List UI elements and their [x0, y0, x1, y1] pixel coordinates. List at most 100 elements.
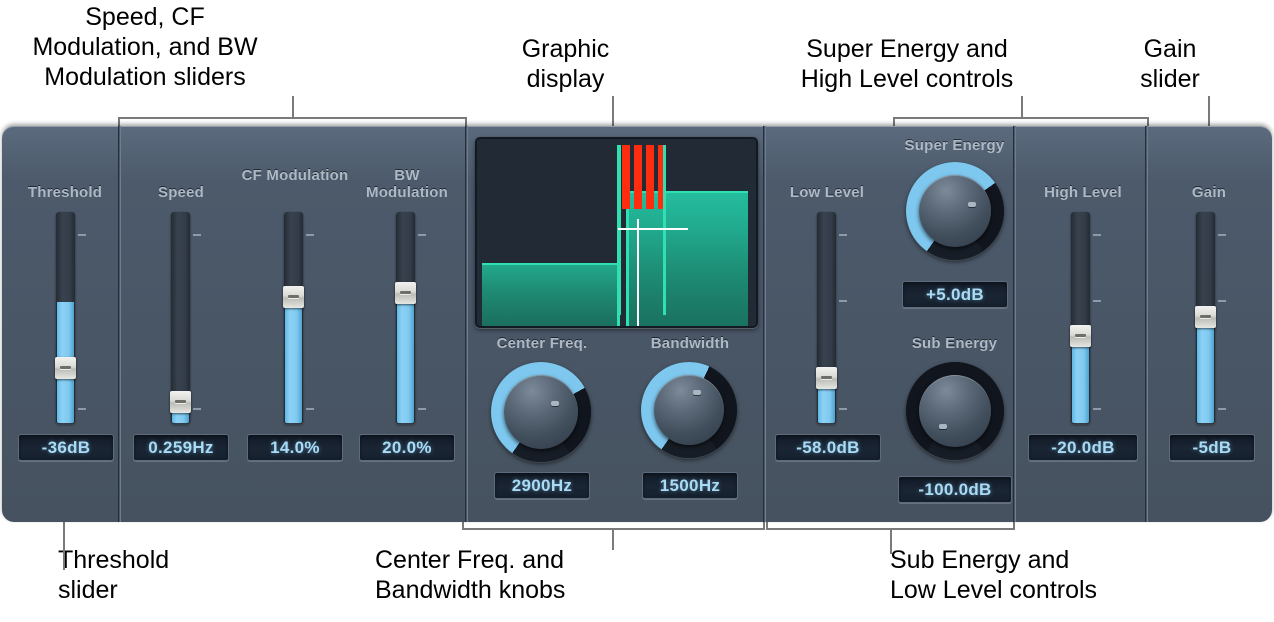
annotation-mod-sliders: Speed, CF Modulation, and BW Modulation … — [32, 3, 258, 91]
cf-modulation-slider-thumb[interactable] — [283, 286, 304, 308]
high-level-tick-mid — [1093, 300, 1101, 302]
bw-modulation-slider[interactable] — [395, 212, 426, 424]
low-level-slider-thumb[interactable] — [816, 367, 837, 389]
gain-value[interactable]: -5dB — [1169, 434, 1255, 461]
annotation-sub-low: Sub Energy and Low Level controls — [890, 546, 1098, 604]
low-level-slider-track[interactable] — [817, 212, 836, 424]
gain-tick-top — [1218, 234, 1226, 236]
bandwidth-knob[interactable] — [641, 362, 737, 458]
bw-modulation-slider-track[interactable] — [396, 212, 415, 424]
speed-tick-top — [193, 234, 201, 236]
leader-graphic-display — [612, 96, 614, 126]
low-level-tick-bottom — [839, 408, 847, 410]
panel-separator-2 — [465, 126, 468, 522]
super-energy-label: Super Energy — [904, 137, 1005, 154]
center-freq-knob[interactable] — [491, 362, 591, 462]
gd-high-band-fill — [628, 192, 748, 326]
bw-modulation-value[interactable]: 20.0% — [359, 434, 455, 461]
gain-label: Gain — [1191, 184, 1227, 201]
annotation-graphic-display: Graphic display — [521, 35, 610, 93]
bw-modulation-tick-bottom — [418, 408, 426, 410]
low-level-tick-top — [839, 234, 847, 236]
sub-energy-knob-cap[interactable] — [919, 375, 991, 447]
gain-tick-mid — [1218, 300, 1226, 302]
high-level-slider-fill — [1072, 342, 1089, 423]
gain-slider-thumb[interactable] — [1195, 306, 1216, 328]
cf-modulation-tick-bottom — [306, 408, 314, 410]
threshold-tick-bottom — [78, 408, 86, 410]
threshold-slider[interactable] — [55, 212, 86, 424]
super-energy-knob-indicator — [968, 202, 976, 207]
cf-modulation-slider[interactable] — [283, 212, 314, 424]
threshold-value[interactable]: -36dB — [18, 434, 114, 461]
annotation-threshold: Threshold slider — [58, 546, 170, 604]
low-level-label: Low Level — [789, 184, 865, 201]
leader-super-high-stem — [1021, 96, 1023, 118]
center-freq-label: Center Freq. — [496, 335, 588, 352]
leader-knobs-bracket — [462, 528, 765, 530]
leader-threshold — [63, 522, 65, 570]
gd-peak-bar — [646, 145, 654, 209]
bandwidth-value[interactable]: 1500Hz — [642, 472, 738, 499]
high-level-label: High Level — [1044, 184, 1122, 201]
center-freq-knob-cap[interactable] — [504, 375, 578, 449]
sub-energy-knob[interactable] — [906, 362, 1004, 460]
gd-low-band-outline — [482, 263, 619, 265]
threshold-label: Threshold — [27, 184, 103, 201]
annotation-gain: Gain slider — [1140, 35, 1200, 93]
annotation-super-high: Super Energy and High Level controls — [800, 35, 1014, 93]
bw-modulation-slider-fill — [397, 287, 414, 423]
cf-modulation-slider-fill — [285, 291, 302, 423]
leader-gain — [1208, 96, 1210, 126]
cf-modulation-value[interactable]: 14.0% — [247, 434, 343, 461]
speed-value[interactable]: 0.259Hz — [133, 434, 229, 461]
leader-mod-sliders-bracket — [118, 117, 467, 119]
sub-energy-value[interactable]: -100.0dB — [898, 476, 1012, 503]
speed-slider[interactable] — [170, 212, 201, 424]
super-energy-knob[interactable] — [906, 162, 1004, 260]
cf-modulation-slider-track[interactable] — [284, 212, 303, 424]
leader-sub-low-bracket — [766, 528, 1015, 530]
gd-peak-guide-right — [663, 145, 666, 315]
center-freq-value[interactable]: 2900Hz — [494, 472, 590, 499]
gd-crosshair-horizontal — [618, 228, 688, 230]
gd-peak-bar — [634, 145, 642, 209]
annotation-knobs: Center Freq. and Bandwidth knobs — [375, 546, 566, 604]
cf-modulation-tick-top — [306, 234, 314, 236]
gd-crosshair-vertical — [637, 219, 639, 326]
threshold-slider-thumb[interactable] — [55, 357, 76, 379]
threshold-slider-track[interactable] — [56, 212, 75, 424]
panel-separator-5 — [1145, 126, 1148, 522]
leader-sub-low-stem — [890, 528, 892, 554]
high-level-slider-track[interactable] — [1071, 212, 1090, 424]
gd-low-band-fill — [482, 264, 619, 326]
sub-energy-knob-indicator — [939, 424, 947, 429]
gain-tick-bottom — [1218, 408, 1226, 410]
low-level-tick-mid — [839, 300, 847, 302]
leader-knobs-stem — [612, 528, 614, 550]
gd-peak-bar — [622, 145, 630, 209]
high-level-tick-bottom — [1093, 408, 1101, 410]
plugin-window: Threshold -36dB Speed 0.259Hz CF Modulat… — [2, 126, 1272, 522]
low-level-slider[interactable] — [816, 212, 847, 424]
center-freq-knob-indicator — [551, 401, 559, 406]
bw-modulation-slider-thumb[interactable] — [395, 282, 416, 304]
bandwidth-knob-cap[interactable] — [654, 375, 724, 445]
high-level-slider[interactable] — [1070, 212, 1101, 424]
super-energy-value[interactable]: +5.0dB — [902, 281, 1008, 308]
high-level-slider-thumb[interactable] — [1070, 325, 1091, 347]
graphic-display[interactable] — [475, 137, 758, 328]
gd-peak-guide-left — [618, 145, 621, 315]
speed-label: Speed — [157, 184, 204, 201]
super-energy-knob-cap[interactable] — [919, 175, 991, 247]
speed-slider-thumb[interactable] — [170, 391, 191, 413]
bw-modulation-tick-top — [418, 234, 426, 236]
high-level-tick-top — [1093, 234, 1101, 236]
gain-slider-fill — [1197, 323, 1214, 423]
low-level-value[interactable]: -58.0dB — [775, 434, 881, 461]
gain-slider[interactable] — [1195, 212, 1226, 424]
low-level-slider-fill — [818, 384, 835, 423]
high-level-value[interactable]: -20.0dB — [1028, 434, 1138, 461]
speed-tick-bottom — [193, 408, 201, 410]
cf-modulation-label: CF Modulation — [241, 167, 349, 184]
